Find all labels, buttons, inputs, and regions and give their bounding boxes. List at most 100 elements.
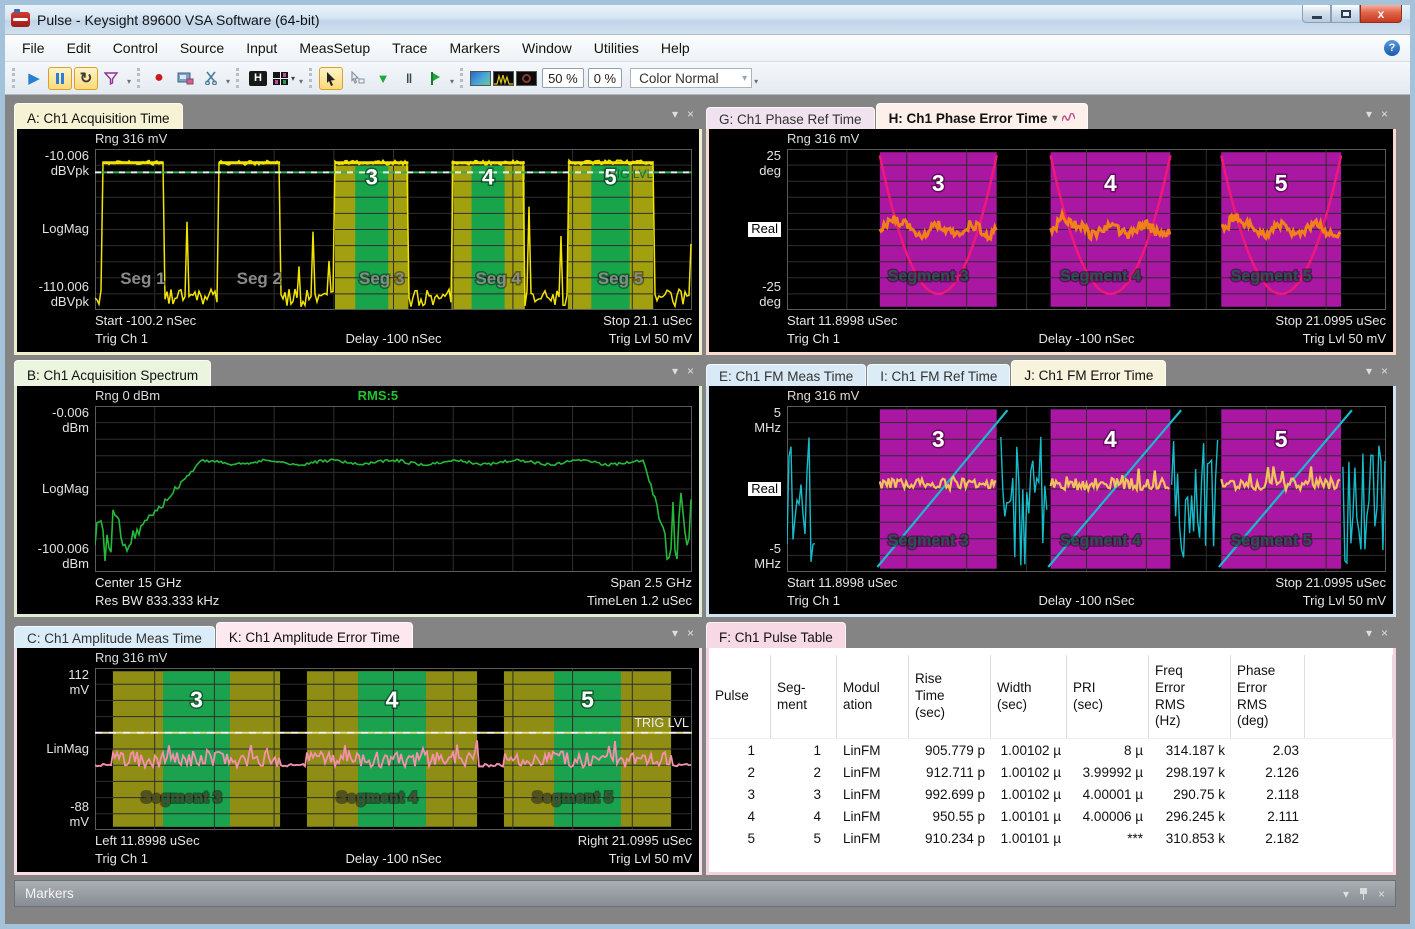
spectrogram-display-icon[interactable] (470, 71, 491, 86)
fm-error-plot[interactable]: 345Segment 3Segment 4Segment 5 (787, 406, 1386, 572)
trigger-setup-icon[interactable] (100, 67, 124, 90)
y-axis-labels: 25deg Real -25deg (709, 149, 787, 310)
menu-item-help[interactable]: Help (650, 35, 701, 61)
tab-e-ch1-fm-meas-time[interactable]: E: Ch1 FM Meas Time (706, 364, 866, 386)
band-marker-icon[interactable]: ‖ (397, 67, 421, 90)
svg-text:Seg 4: Seg 4 (475, 269, 521, 288)
pulse-table-row[interactable]: 11LinFM905.779 p1.00102 µ8 µ314.187 k2.0… (709, 739, 1393, 761)
menu-item-meassetup[interactable]: MeasSetup (288, 35, 381, 61)
panel-menu-icon[interactable]: ▾ (1366, 365, 1372, 377)
pulse-table-body: 11LinFM905.779 p1.00102 µ8 µ314.187 k2.0… (709, 739, 1393, 849)
peak-marker-icon[interactable]: ▼ (371, 67, 395, 90)
flag-marker-icon[interactable] (423, 67, 447, 90)
color-mode-select[interactable]: Color Normal ▾ (630, 68, 752, 88)
panel-close-icon[interactable]: × (1381, 365, 1388, 377)
amplitude-error-plot[interactable]: TRIG LVL345Segment 3Segment 4Segment 5 (95, 668, 692, 830)
close-button[interactable]: x (1360, 5, 1402, 23)
span-percent-field[interactable]: 50 % (542, 68, 584, 88)
copy-screen-icon[interactable] (173, 67, 197, 90)
panel-close-icon[interactable]: × (1381, 627, 1388, 639)
menu-bar: FileEditControlSourceInputMeasSetupTrace… (5, 35, 1410, 62)
svg-text:Segment 3: Segment 3 (888, 268, 969, 285)
pulse-table-cell: 2.126 (1231, 765, 1305, 780)
menu-item-file[interactable]: File (11, 35, 56, 61)
panel-menu-icon[interactable]: ▾ (672, 365, 678, 377)
svg-text:Segment 4: Segment 4 (1060, 532, 1141, 549)
panel-gh-tabstrip: G: Ch1 Phase Ref Time H: Ch1 Phase Error… (706, 103, 1396, 129)
move-marker-icon[interactable] (345, 67, 369, 90)
pulse-table-column-header: Modul ation (837, 655, 909, 738)
plot-footer: Start 11.8998 uSecStop 21.0995 uSec Trig… (787, 310, 1386, 349)
spectrum-plot[interactable] (95, 406, 692, 572)
tab-k-ch1-amplitude-error-time[interactable]: K: Ch1 Amplitude Error Time (216, 622, 413, 648)
record-button[interactable]: ● (147, 67, 171, 90)
acquisition-time-plot[interactable]: TRIG LVL345Seg 1Seg 2Seg 3Seg 4Seg 5 (95, 149, 692, 310)
panel-close-icon[interactable]: × (687, 627, 694, 639)
toolbar: ▶ ↻ ▾ ● ▾ H ▾ ▾ ▼ ‖ ▾ (5, 62, 1410, 95)
chevron-down-icon[interactable]: ▾ (1343, 888, 1349, 900)
minimize-button[interactable] (1302, 5, 1331, 23)
pulse-table-row[interactable]: 55LinFM910.234 p1.00101 µ***310.853 k2.1… (709, 827, 1393, 849)
panel-close-icon[interactable]: × (1381, 108, 1388, 120)
toolbar-grip (460, 68, 464, 88)
play-button[interactable]: ▶ (22, 67, 46, 90)
panel-close-icon[interactable]: × (1378, 888, 1385, 900)
panel-close-icon[interactable]: × (687, 108, 694, 120)
panel-menu-icon[interactable]: ▾ (1366, 108, 1372, 120)
restart-button[interactable]: ↻ (74, 67, 98, 90)
pulse-table-cell: 910.234 p (909, 831, 991, 846)
menu-item-markers[interactable]: Markers (438, 35, 511, 61)
help-icon[interactable]: ? (1384, 40, 1400, 56)
menu-item-edit[interactable]: Edit (56, 35, 102, 61)
overflow-chevron-icon[interactable]: ▾ (127, 77, 131, 86)
panel-menu-icon[interactable]: ▾ (1366, 627, 1372, 639)
tab-c-ch1-amplitude-meas-time[interactable]: C: Ch1 Amplitude Meas Time (14, 626, 215, 648)
menu-item-control[interactable]: Control (102, 35, 169, 61)
svg-text:3: 3 (932, 170, 945, 196)
tab-i-ch1-fm-ref-time[interactable]: I: Ch1 FM Ref Time (867, 364, 1010, 386)
markers-bar[interactable]: Markers ▾ × (14, 880, 1396, 907)
pause-button[interactable] (48, 67, 72, 90)
constellation-display-icon[interactable] (516, 71, 537, 86)
menu-item-source[interactable]: Source (169, 35, 235, 61)
tab-b-ch1-acquisition-spectrum[interactable]: B: Ch1 Acquisition Spectrum (14, 360, 211, 386)
panel-close-icon[interactable]: × (687, 365, 694, 377)
pulse-table-column-header: Width (sec) (991, 655, 1067, 738)
phase-error-plot[interactable]: 345Segment 3Segment 4Segment 5 (787, 149, 1386, 310)
overflow-chevron-icon[interactable]: ▾ (299, 77, 303, 86)
pulse-table-cell: 314.187 k (1149, 743, 1231, 758)
hardware-config-icon[interactable]: H (246, 67, 270, 90)
menu-item-utilities[interactable]: Utilities (583, 35, 650, 61)
pulse-table-row[interactable]: 22LinFM912.711 p1.00102 µ3.99992 µ298.19… (709, 761, 1393, 783)
pulse-table[interactable]: PulseSeg- mentModul ationRise Time (sec)… (709, 648, 1393, 872)
menu-item-input[interactable]: Input (235, 35, 288, 61)
offset-percent-field[interactable]: 0 % (588, 68, 622, 88)
range-label: Rng 0 dBmRMS:5 (95, 388, 692, 406)
waveform-icon (1062, 113, 1075, 123)
cut-icon[interactable] (199, 67, 223, 90)
tab-f-ch1-pulse-table[interactable]: F: Ch1 Pulse Table (706, 622, 846, 648)
maximize-button[interactable] (1331, 5, 1360, 23)
tab-h-ch1-phase-error-time[interactable]: H: Ch1 Phase Error Time ▾ (876, 103, 1089, 129)
panel-acquisition-spectrum: B: Ch1 Acquisition Spectrum ▾ × Rng 0 dBm… (14, 360, 702, 617)
menu-item-window[interactable]: Window (511, 35, 583, 61)
panel-menu-icon[interactable]: ▾ (672, 108, 678, 120)
pulse-table-row[interactable]: 33LinFM992.699 p1.00102 µ4.00001 µ290.75… (709, 783, 1393, 805)
select-pointer-icon[interactable] (319, 67, 343, 90)
pulse-table-row[interactable]: 44LinFM950.55 p1.00101 µ4.00006 µ296.245… (709, 805, 1393, 827)
chevron-down-icon[interactable]: ▾ (1052, 113, 1057, 124)
tab-g-ch1-phase-ref-time[interactable]: G: Ch1 Phase Ref Time (706, 107, 875, 129)
pin-icon[interactable] (1359, 888, 1368, 900)
display-layout-icon[interactable]: ▾ (272, 67, 296, 90)
overflow-chevron-icon[interactable]: ▾ (450, 77, 454, 86)
spectrum-display-icon[interactable] (493, 71, 514, 86)
tab-a-ch1-acquisition-time[interactable]: A: Ch1 Acquisition Time (14, 103, 183, 129)
svg-text:Seg 3: Seg 3 (359, 269, 404, 288)
window-controls: x (1302, 5, 1402, 23)
pulse-table-column-header: PRI (sec) (1067, 655, 1149, 738)
panel-menu-icon[interactable]: ▾ (672, 627, 678, 639)
overflow-chevron-icon[interactable]: ▾ (226, 77, 230, 86)
menu-item-trace[interactable]: Trace (381, 35, 438, 61)
tab-j-ch1-fm-error-time[interactable]: J: Ch1 FM Error Time (1011, 360, 1166, 386)
overflow-chevron-icon[interactable]: ▾ (754, 77, 758, 86)
